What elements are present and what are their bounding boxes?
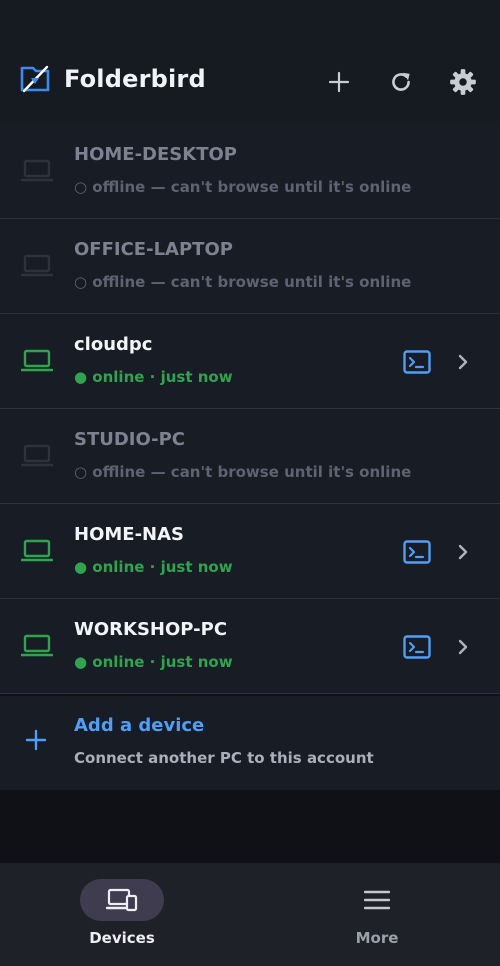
add-device-row[interactable]: Add a device Connect another PC to this … [0, 696, 500, 790]
chevron-right-icon[interactable] [455, 353, 471, 371]
device-name: HOME-NAS [74, 524, 185, 545]
nav-more-pill [335, 879, 419, 921]
add-device-subtitle: Connect another PC to this account [74, 749, 374, 767]
brand: Folderbird [20, 64, 206, 94]
laptop-icon [21, 349, 53, 372]
nav-devices[interactable]: Devices [60, 879, 180, 949]
gear-icon [450, 69, 476, 95]
bottom-nav: Devices More [0, 863, 500, 966]
laptop-icon [21, 539, 53, 562]
device-name: cloudpc [74, 334, 153, 355]
refresh-icon [392, 72, 410, 91]
device-row[interactable]: HOME-DESKTOP ○ offline — can't browse unt… [0, 124, 500, 219]
plus-icon [328, 71, 350, 93]
device-status: ● online · just now [74, 653, 233, 671]
device-name: WORKSHOP-PC [74, 619, 228, 640]
device-name: STUDIO-PC [74, 429, 186, 450]
device-row[interactable]: HOME-NAS ● online · just now [0, 504, 500, 599]
terminal-icon[interactable] [403, 635, 431, 659]
app-root: Folderbird HOME-DESKTOP ○ offline — can'… [0, 0, 500, 966]
folderbird-logo-icon [20, 65, 50, 93]
laptop-icon [21, 444, 53, 467]
device-status: ● online · just now [74, 558, 233, 576]
device-status: ○ offline — can't browse until it's onli… [74, 178, 412, 196]
nav-devices-pill [80, 879, 164, 921]
add-button[interactable] [323, 66, 355, 98]
nav-devices-label: Devices [89, 929, 155, 947]
app-header: Folderbird [0, 0, 500, 124]
chevron-right-icon[interactable] [455, 543, 471, 561]
device-row[interactable]: WORKSHOP-PC ● online · just now [0, 599, 500, 694]
app-title: Folderbird [64, 65, 206, 93]
menu-icon [364, 890, 390, 910]
device-row[interactable]: cloudpc ● online · just now [0, 314, 500, 409]
device-row[interactable]: STUDIO-PC ○ offline — can't browse until … [0, 409, 500, 504]
terminal-icon[interactable] [403, 540, 431, 564]
laptop-icon [21, 634, 53, 657]
nav-more[interactable]: More [315, 879, 435, 949]
device-row[interactable]: OFFICE-LAPTOP ○ offline — can't browse un… [0, 219, 500, 314]
chevron-right-icon[interactable] [455, 638, 471, 656]
laptop-icon [21, 254, 53, 277]
add-device-title: Add a device [74, 715, 205, 736]
terminal-icon[interactable] [403, 350, 431, 374]
refresh-button[interactable] [385, 66, 417, 98]
devices-icon [106, 888, 138, 912]
nav-more-label: More [355, 929, 399, 947]
device-name: OFFICE-LAPTOP [74, 239, 233, 260]
device-list: HOME-DESKTOP ○ offline — can't browse unt… [0, 124, 500, 694]
device-name: HOME-DESKTOP [74, 144, 237, 165]
device-status: ○ offline — can't browse until it's onli… [74, 463, 412, 481]
plus-icon [25, 729, 47, 751]
settings-button[interactable] [447, 66, 479, 98]
device-status: ● online · just now [74, 368, 233, 386]
laptop-icon [21, 159, 53, 182]
device-status: ○ offline — can't browse until it's onli… [74, 273, 412, 291]
